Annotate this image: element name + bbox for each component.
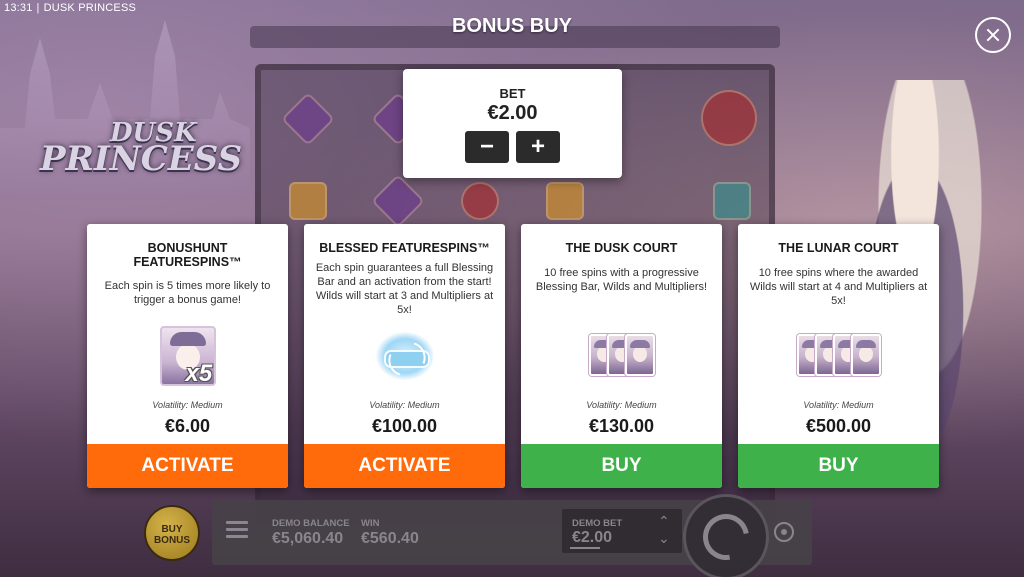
princess-portrait-icon — [850, 334, 881, 376]
buy-bonus-button[interactable]: BUY BONUS — [144, 505, 200, 561]
logo-line-2: PRINCESS — [40, 139, 243, 179]
card-title: BLESSED FEATURESPINS™ — [319, 241, 490, 255]
game-logo: DUSK PRINCESS — [40, 120, 243, 179]
card-description: 10 free spins where the awarded Wilds wi… — [749, 267, 928, 307]
bonus-card-lunar-court: THE LUNAR COURT 10 free spins where the … — [738, 224, 939, 488]
card-description: Each spin is 5 times more likely to trig… — [104, 280, 271, 306]
bet-down-arrow-icon[interactable]: ⌄ — [658, 530, 670, 547]
spin-icon — [693, 504, 759, 570]
symbol-icon — [713, 182, 751, 220]
activate-button[interactable]: ACTIVATE — [304, 444, 505, 488]
card-image — [738, 334, 939, 376]
card-title: THE LUNAR COURT — [778, 241, 899, 255]
close-icon[interactable] — [975, 17, 1011, 53]
bonus-card-blessed: BLESSED FEATURESPINS™ Each spin guarante… — [304, 224, 505, 488]
symbol-icon — [289, 182, 327, 220]
princess-portrait-icon — [624, 334, 655, 376]
card-price: €100.00 — [371, 416, 438, 436]
princess-portrait-icon: x5 — [159, 326, 216, 387]
win-label: WIN — [361, 518, 380, 529]
card-description: 10 free spins with a progressive Blessin… — [535, 267, 708, 293]
dialog-title: BONUS BUY — [451, 15, 572, 37]
menu-icon[interactable] — [226, 521, 248, 539]
status-separator: | — [36, 2, 40, 14]
bonus-card-bonushunt: BONUSHUNT FEATURESPINS™ Each spin is 5 t… — [87, 224, 288, 488]
autoplay-icon[interactable] — [774, 522, 794, 542]
bonus-card-dusk-court: THE DUSK COURT 10 free spins with a prog… — [521, 224, 722, 488]
bet-underline — [570, 547, 600, 549]
card-volatility: Volatility: Medium — [369, 400, 440, 410]
card-image — [521, 334, 722, 376]
decrease-bet-button[interactable]: − — [465, 131, 509, 163]
bet-selector: BET €2.00 − + — [403, 69, 622, 178]
bet-value: €2.00 — [487, 102, 538, 124]
symbol-icon — [461, 182, 499, 220]
status-bar: 13:31 | DUSK PRINCESS — [4, 2, 136, 14]
portrait-stack — [796, 334, 881, 376]
bet-up-arrow-icon[interactable]: ⌃ — [658, 513, 670, 530]
crown-symbol-icon — [701, 90, 757, 146]
buy-bonus-label-1: BUY — [161, 524, 183, 535]
card-volatility: Volatility: Medium — [152, 400, 223, 410]
bet-label: BET — [499, 86, 526, 101]
demo-bet-value: €2.00 — [572, 529, 613, 546]
buy-bonus-label-2: BONUS — [153, 535, 191, 546]
symbol-icon — [546, 182, 584, 220]
card-title: BONUSHUNT FEATURESPINS™ — [133, 241, 242, 269]
card-price: €130.00 — [588, 416, 655, 436]
win-value: €560.40 — [361, 530, 419, 547]
symbol-icon — [281, 92, 335, 146]
card-volatility: Volatility: Medium — [586, 400, 657, 410]
demo-bet-label: DEMO BET — [572, 518, 623, 529]
buy-button[interactable]: BUY — [521, 444, 722, 488]
card-image — [304, 332, 505, 380]
card-price: €500.00 — [805, 416, 872, 436]
spin-button[interactable] — [683, 494, 769, 577]
card-description: Each spin guarantees a full Blessing Bar… — [315, 262, 494, 316]
symbol-icon — [371, 174, 425, 228]
demo-balance-value: €5,060.40 — [272, 530, 344, 547]
multiplier-badge: x5 — [185, 360, 213, 387]
card-volatility: Volatility: Medium — [803, 400, 874, 410]
buy-button[interactable]: BUY — [738, 444, 939, 488]
portrait-stack — [588, 334, 655, 376]
demo-balance-label: DEMO BALANCE — [272, 518, 350, 529]
increase-bet-button[interactable]: + — [516, 131, 560, 163]
blessing-bar-icon — [375, 332, 434, 380]
game-name: DUSK PRINCESS — [43, 2, 137, 14]
activate-button[interactable]: ACTIVATE — [87, 444, 288, 488]
card-image: x5 — [87, 326, 288, 387]
card-price: €6.00 — [164, 416, 211, 436]
card-title: THE DUSK COURT — [565, 241, 678, 255]
clock: 13:31 — [4, 2, 33, 14]
